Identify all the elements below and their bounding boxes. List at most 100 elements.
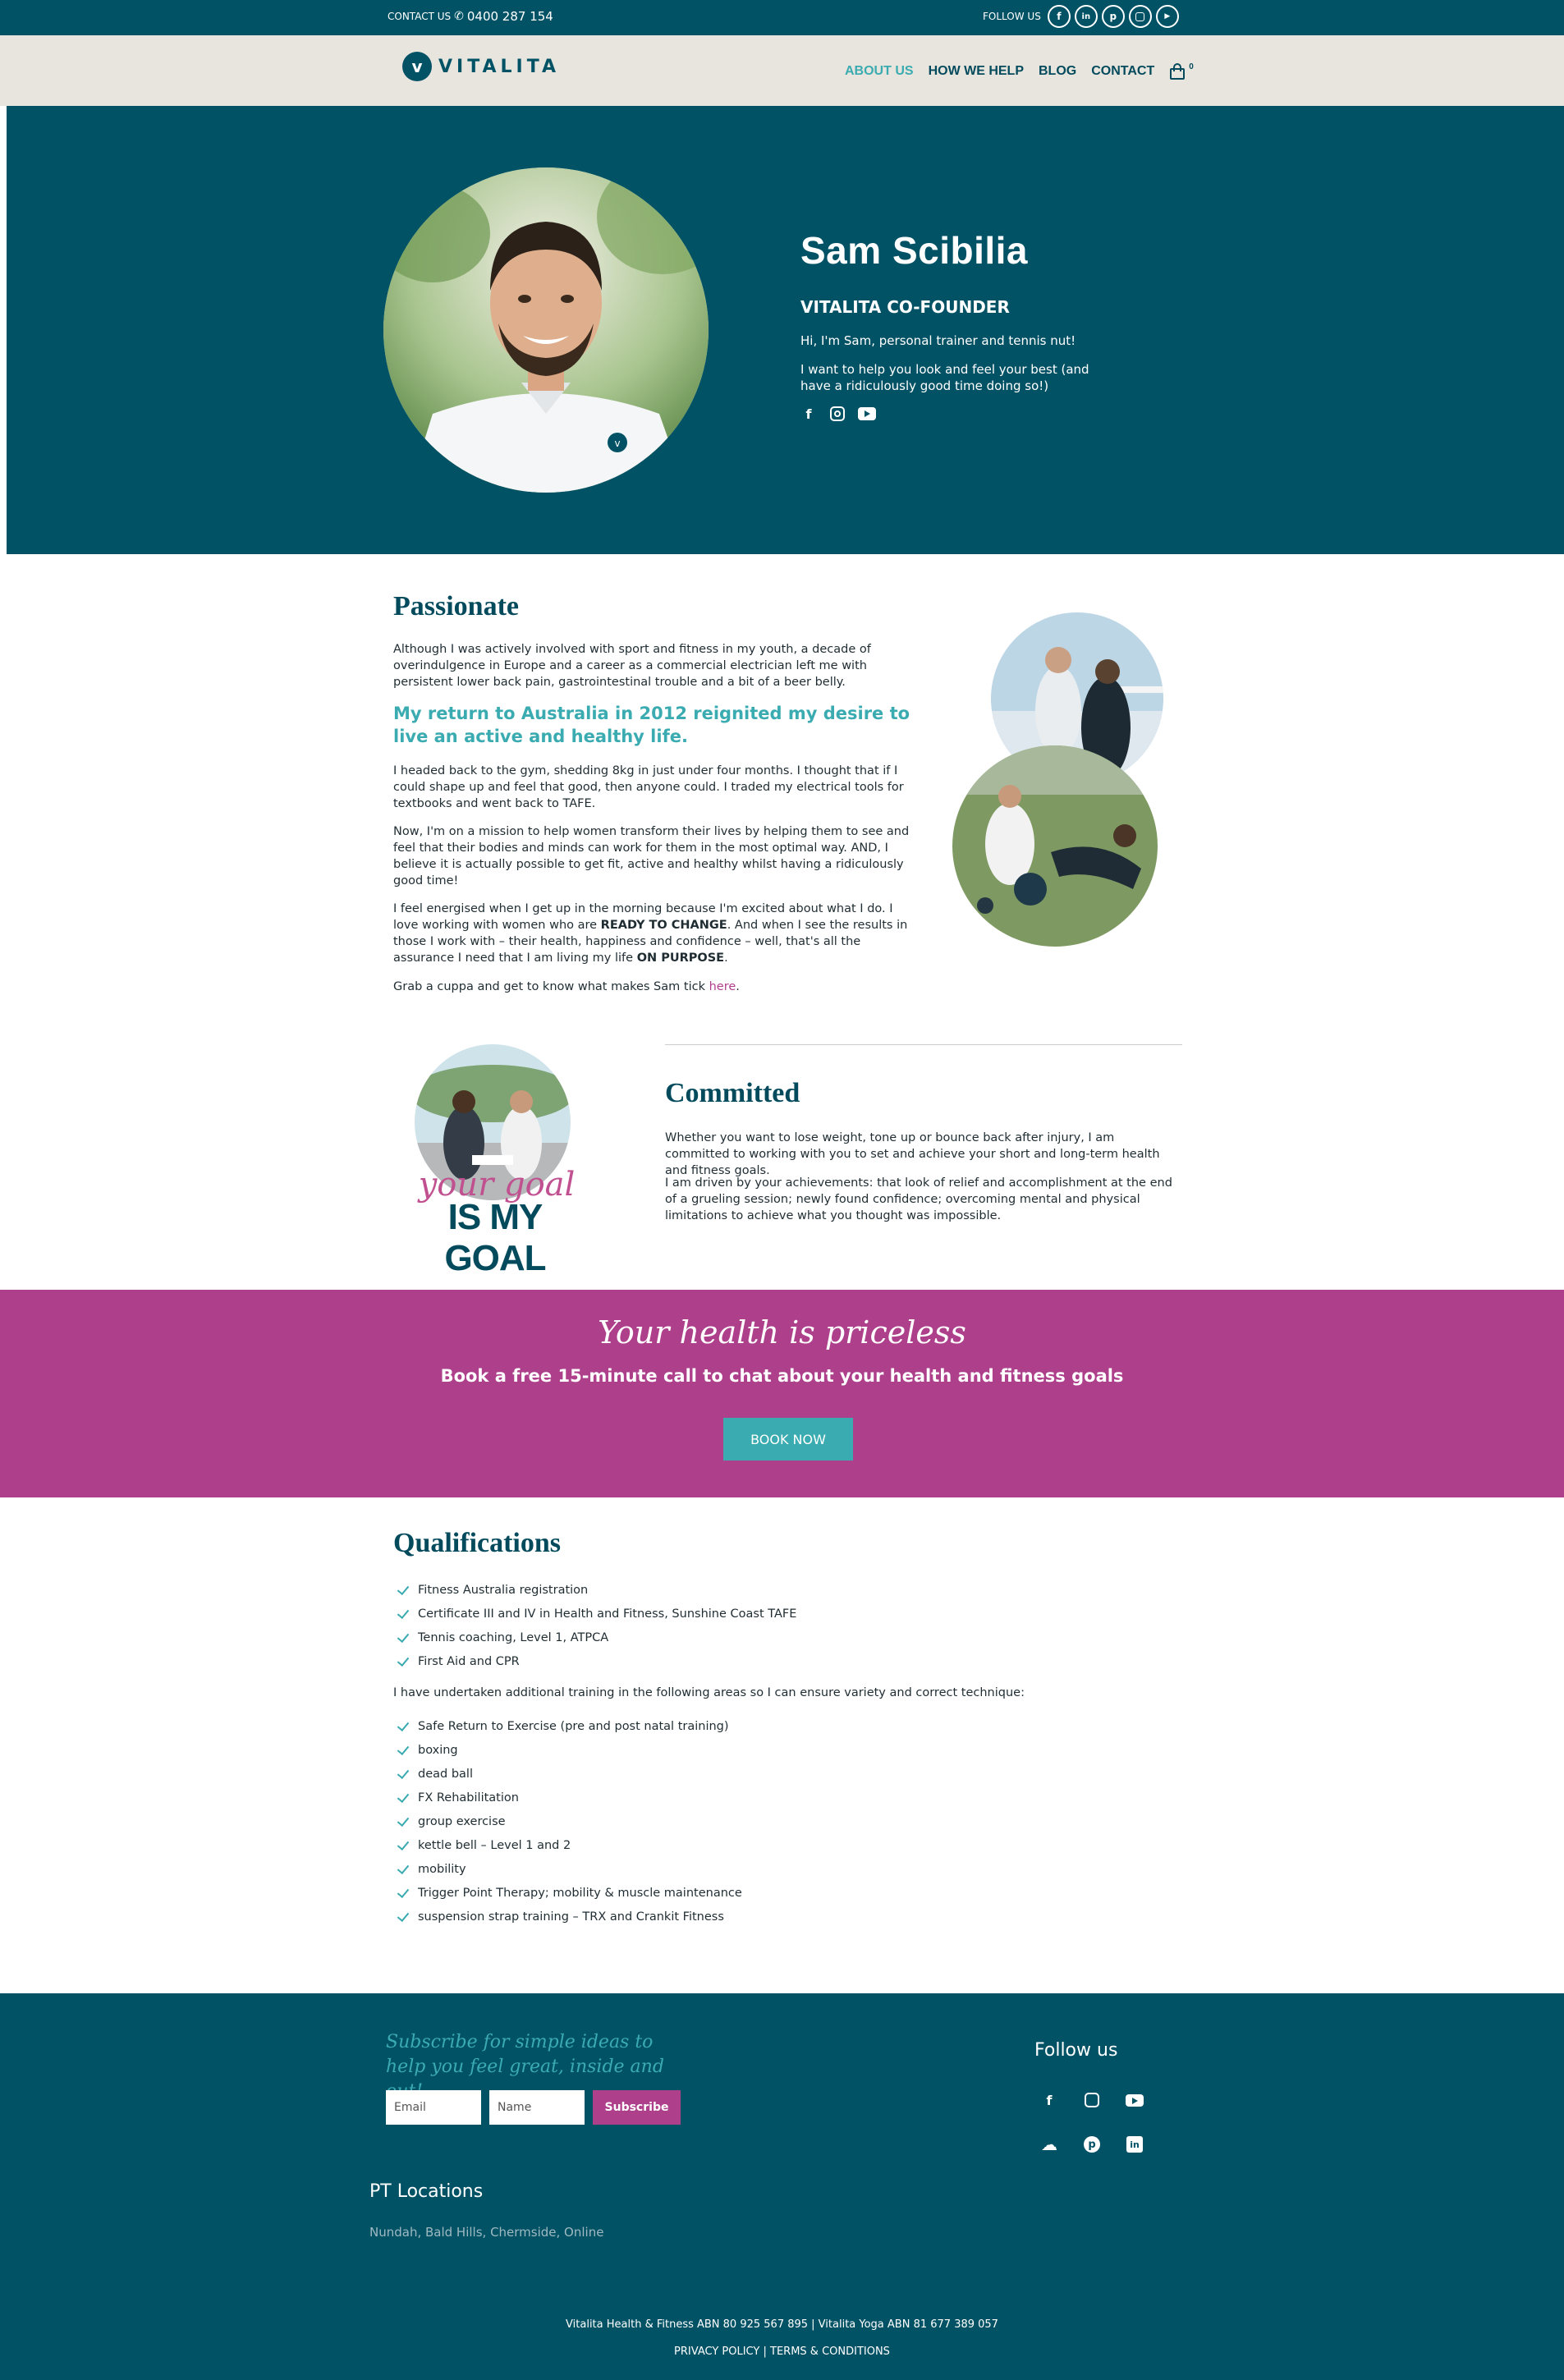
- linkedin-icon[interactable]: in: [1074, 5, 1098, 28]
- committed-p2: I am driven by your achievements: that l…: [665, 1176, 1172, 1222]
- youtube-icon[interactable]: [858, 407, 876, 420]
- list-item: group exercise: [397, 1809, 742, 1833]
- p4-text-e: .: [724, 952, 728, 965]
- passionate-highlight: My return to Australia in 2012 reignited…: [393, 704, 910, 746]
- graphic-bold-text: IS MY GOAL: [444, 1197, 546, 1278]
- book-now-button[interactable]: BOOK NOW: [723, 1418, 853, 1461]
- list-item-text: mobility: [418, 1862, 466, 1876]
- list-item: FX Rehabilitation: [397, 1786, 742, 1809]
- nav-how-we-help[interactable]: HOW WE HELP: [929, 64, 1024, 79]
- list-item-text: dead ball: [418, 1767, 473, 1781]
- list-item-text: Fitness Australia registration: [418, 1583, 589, 1597]
- cart-bag-icon[interactable]: [1169, 63, 1186, 80]
- check-icon: [397, 1744, 410, 1757]
- banner-subtitle: Book a free 15-minute call to chat about…: [440, 1366, 1124, 1386]
- pt-locations: Nundah, Bald Hills, Chermside, Online: [369, 2225, 604, 2240]
- phone-number[interactable]: 0400 287 154: [467, 9, 553, 24]
- soundcloud-icon[interactable]: ☁: [1039, 2135, 1059, 2154]
- linkedin-icon[interactable]: in: [1125, 2135, 1144, 2154]
- here-link[interactable]: here: [709, 980, 736, 993]
- instagram-icon[interactable]: [830, 406, 845, 421]
- main-nav: ABOUT US HOW WE HELP BLOG CONTACT 0: [845, 62, 1194, 80]
- terms-conditions-link[interactable]: TERMS & CONDITIONS: [770, 2346, 890, 2358]
- footer-social-row-1: f: [1039, 2090, 1144, 2110]
- instagram-icon[interactable]: [1082, 2090, 1102, 2110]
- check-icon: [397, 1791, 410, 1804]
- qualifications-list: Fitness Australia registration Certifica…: [397, 1578, 796, 1673]
- hero-role: VITALITA CO-FOUNDER: [800, 297, 1010, 317]
- committed-heading: Committed: [665, 1078, 800, 1108]
- list-item: dead ball: [397, 1762, 742, 1786]
- list-item: kettle bell – Level 1 and 2: [397, 1833, 742, 1857]
- passionate-p5: Grab a cuppa and get to know what makes …: [393, 979, 910, 995]
- facebook-icon[interactable]: f: [800, 406, 817, 422]
- subscribe-button[interactable]: Subscribe: [593, 2090, 681, 2125]
- footer-social-row-2: ☁ p in: [1039, 2135, 1144, 2154]
- list-item-text: Certificate III and IV in Health and Fit…: [418, 1607, 797, 1621]
- list-item-text: FX Rehabilitation: [418, 1791, 519, 1804]
- logo-text: VITALITA: [438, 56, 561, 77]
- check-icon: [397, 1839, 410, 1852]
- list-item-text: First Aid and CPR: [418, 1654, 520, 1668]
- top-contact[interactable]: CONTACT US ✆ 0400 287 154: [388, 9, 553, 24]
- site-logo[interactable]: v VITALITA: [402, 52, 560, 81]
- committed-p1: Whether you want to lose weight, tone up…: [665, 1131, 1160, 1177]
- list-item: Certificate III and IV in Health and Fit…: [397, 1602, 796, 1626]
- facebook-icon[interactable]: f: [1047, 5, 1071, 28]
- nav-contact[interactable]: CONTACT: [1091, 64, 1154, 79]
- legal-separator: |: [763, 2346, 767, 2358]
- facebook-icon[interactable]: f: [1039, 2090, 1059, 2110]
- hero-intro: Hi, I'm Sam, personal trainer and tennis…: [800, 333, 1076, 348]
- check-icon: [397, 1720, 410, 1733]
- list-item-text: kettle bell – Level 1 and 2: [418, 1838, 571, 1852]
- check-icon: [397, 1887, 410, 1900]
- logo-mark-icon: v: [402, 52, 432, 81]
- instagram-icon[interactable]: [1128, 5, 1152, 28]
- footer-follow-heading: Follow us: [1034, 2040, 1118, 2061]
- list-item-text: Tennis coaching, Level 1, ATPCA: [418, 1630, 609, 1644]
- list-item-text: suspension strap training – TRX and Cran…: [418, 1910, 724, 1924]
- training-photo-bottom: [952, 745, 1158, 947]
- qualifications-intro: I have undertaken additional training in…: [393, 1686, 1025, 1699]
- p5-text: Grab a cuppa and get to know what makes …: [393, 980, 709, 993]
- main-header: v VITALITA ABOUT US HOW WE HELP BLOG CON…: [0, 35, 1564, 106]
- check-icon: [397, 1607, 410, 1621]
- list-item: Tennis coaching, Level 1, ATPCA: [397, 1626, 796, 1649]
- list-item: boxing: [397, 1738, 742, 1762]
- hero-mission: I want to help you look and feel your be…: [800, 362, 1089, 393]
- list-item: mobility: [397, 1857, 742, 1881]
- passionate-p3: Now, I'm on a mission to help women tran…: [393, 825, 910, 887]
- check-icon: [397, 1910, 410, 1924]
- hero-section: [7, 106, 1564, 554]
- name-field[interactable]: Name: [489, 2090, 585, 2125]
- p4-bold-purpose: ON PURPOSE: [636, 952, 725, 965]
- list-item: suspension strap training – TRX and Cran…: [397, 1905, 742, 1928]
- list-item: First Aid and CPR: [397, 1649, 796, 1673]
- youtube-icon[interactable]: ▶: [1155, 5, 1179, 28]
- nav-blog[interactable]: BLOG: [1039, 64, 1076, 79]
- nav-about-us[interactable]: ABOUT US: [845, 64, 914, 79]
- passionate-p2: I headed back to the gym, shedding 8kg i…: [393, 764, 904, 810]
- phone-icon: ✆: [454, 10, 464, 23]
- top-follow: FOLLOW US f in p ▶: [983, 5, 1179, 28]
- pinterest-icon[interactable]: p: [1082, 2135, 1102, 2154]
- pt-locations-heading: PT Locations: [369, 2181, 484, 2202]
- sam-portrait-photo: v: [383, 167, 709, 493]
- check-icon: [397, 1655, 410, 1668]
- passionate-heading: Passionate: [393, 591, 519, 621]
- list-item: Safe Return to Exercise (pre and post na…: [397, 1714, 742, 1738]
- list-item-text: Trigger Point Therapy; mobility & muscle…: [418, 1886, 742, 1900]
- pinterest-icon[interactable]: p: [1101, 5, 1125, 28]
- hero-name: Sam Scibilia: [800, 229, 1029, 272]
- list-item-text: Safe Return to Exercise (pre and post na…: [418, 1719, 729, 1733]
- list-item: Trigger Point Therapy; mobility & muscle…: [397, 1881, 742, 1905]
- top-bar: CONTACT US ✆ 0400 287 154 FOLLOW US f in…: [0, 0, 1564, 35]
- youtube-icon[interactable]: [1125, 2090, 1144, 2110]
- svg-text:v: v: [614, 438, 620, 449]
- passionate-p4: I feel energised when I get up in the mo…: [393, 901, 910, 966]
- privacy-policy-link[interactable]: PRIVACY POLICY: [674, 2346, 759, 2358]
- banner-script: Your health is priceless: [598, 1314, 966, 1351]
- check-icon: [397, 1863, 410, 1876]
- email-field[interactable]: Email: [386, 2090, 481, 2125]
- contact-label[interactable]: CONTACT US: [388, 11, 451, 22]
